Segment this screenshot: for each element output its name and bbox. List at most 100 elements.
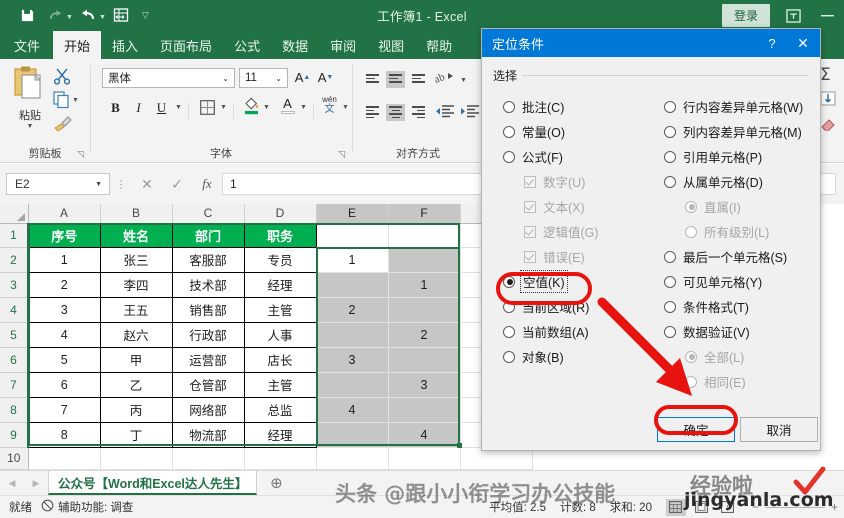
cell-a5[interactable]: 4 xyxy=(27,321,101,348)
cell-a10[interactable] xyxy=(28,447,101,470)
cell-f10[interactable] xyxy=(388,447,461,470)
cell-d8[interactable]: 总监 xyxy=(243,396,317,423)
row-header-6[interactable]: 6 xyxy=(0,347,29,373)
normal-view-icon[interactable] xyxy=(665,498,686,516)
decrease-indent-button[interactable] xyxy=(435,104,457,121)
autosum-button[interactable]: Σ xyxy=(820,65,840,88)
tab-file[interactable]: 文件 xyxy=(0,31,53,59)
cell-b2[interactable]: 张三 xyxy=(99,246,173,273)
cell-e1[interactable] xyxy=(316,223,389,248)
option-dependents[interactable]: 从属单元格(D) xyxy=(664,172,763,191)
increase-indent-button[interactable] xyxy=(460,104,482,121)
cell-d1[interactable]: 职务 xyxy=(243,222,317,248)
close-icon[interactable]: ✕ xyxy=(786,35,820,52)
column-header-e[interactable]: E xyxy=(316,204,389,224)
minimize-icon[interactable] xyxy=(810,0,844,31)
radio-icon[interactable] xyxy=(664,150,676,163)
radio-icon[interactable] xyxy=(503,100,515,113)
fill-handle[interactable] xyxy=(457,443,462,448)
column-header-b[interactable]: B xyxy=(100,204,173,224)
zoom-slider[interactable]: − + xyxy=(752,500,838,514)
bold-button[interactable]: B xyxy=(105,97,126,118)
undo-dropdown-icon[interactable]: ▼ xyxy=(99,14,106,21)
radio-icon[interactable] xyxy=(664,325,676,338)
cell-a9[interactable]: 8 xyxy=(27,421,101,448)
row-header-1[interactable]: 1 xyxy=(0,223,29,248)
radio-icon[interactable] xyxy=(664,175,676,188)
font-size-select[interactable]: 11 ⌄ xyxy=(239,68,288,88)
column-header-f[interactable]: F xyxy=(388,204,461,224)
cell-e2[interactable]: 1 xyxy=(316,247,389,273)
goto-special-dialog[interactable]: 定位条件 ? ✕ 选择 批注(C) 常量(O) 公式(F) 数字(U) 文本(X… xyxy=(481,28,821,451)
cell-b7[interactable]: 乙 xyxy=(99,371,173,398)
cell-e9[interactable] xyxy=(316,422,389,448)
underline-dropdown-icon[interactable]: ▼ xyxy=(175,104,182,111)
touch-mode-icon[interactable] xyxy=(108,4,134,28)
cell-d10[interactable] xyxy=(244,447,317,470)
align-bottom-button[interactable] xyxy=(409,71,428,88)
cell-d9[interactable]: 经理 xyxy=(243,421,317,448)
cell-c2[interactable]: 客服部 xyxy=(171,246,245,273)
redo-icon[interactable] xyxy=(42,4,68,28)
column-header-a[interactable]: A xyxy=(28,204,101,224)
accessibility-status[interactable]: 辅助功能: 调查 xyxy=(41,499,133,515)
cell-f3[interactable]: 1 xyxy=(388,272,461,298)
cell-c4[interactable]: 销售部 xyxy=(171,296,245,323)
phonetic-guide-button[interactable]: wén 文 xyxy=(319,95,340,116)
tab-help[interactable]: 帮助 xyxy=(415,31,463,59)
option-data-validation[interactable]: 数据验证(V) xyxy=(664,322,750,341)
customize-qat-icon[interactable]: ▽ xyxy=(142,10,149,21)
cell-a1[interactable]: 序号 xyxy=(27,222,101,248)
redo-dropdown-icon[interactable]: ▼ xyxy=(66,14,73,21)
cell-a7[interactable]: 6 xyxy=(27,371,101,398)
cell-c6[interactable]: 运营部 xyxy=(171,346,245,373)
cell-e4[interactable]: 2 xyxy=(316,297,389,323)
save-icon[interactable] xyxy=(14,4,40,28)
cell-c5[interactable]: 行政部 xyxy=(171,321,245,348)
cell-f1[interactable] xyxy=(388,223,461,248)
radio-icon[interactable] xyxy=(664,125,676,138)
cell-d2[interactable]: 专员 xyxy=(243,246,317,273)
orientation-button[interactable]: ab xyxy=(432,70,457,87)
fill-color-dropdown-icon[interactable]: ▼ xyxy=(263,104,270,111)
column-header-c[interactable]: C xyxy=(172,204,245,224)
sign-in-button[interactable]: 登录 xyxy=(721,4,770,27)
cancel-button[interactable]: 取消 xyxy=(740,417,818,442)
borders-button[interactable] xyxy=(197,97,218,118)
underline-button[interactable]: U xyxy=(151,97,172,118)
increase-font-size-button[interactable]: A ▲ xyxy=(292,67,313,88)
cell-a6[interactable]: 5 xyxy=(27,346,101,373)
borders-dropdown-icon[interactable]: ▼ xyxy=(220,104,227,111)
cell-a3[interactable]: 2 xyxy=(27,271,101,298)
align-right-button[interactable] xyxy=(409,104,428,121)
cell-c3[interactable]: 技术部 xyxy=(171,271,245,298)
option-row-differences[interactable]: 行内容差异单元格(W) xyxy=(664,97,803,116)
option-current-array[interactable]: 当前数组(A) xyxy=(503,322,589,341)
option-conditional-formats[interactable]: 条件格式(T) xyxy=(664,297,749,316)
option-precedents[interactable]: 引用单元格(P) xyxy=(664,147,762,166)
paste-dropdown-icon[interactable]: ▼ xyxy=(8,123,52,130)
radio-icon[interactable] xyxy=(503,325,515,338)
tab-formulas[interactable]: 公式 xyxy=(223,31,271,59)
cell-f8[interactable] xyxy=(388,397,461,423)
phonetic-dropdown-icon[interactable]: ▼ xyxy=(342,104,349,111)
zoom-out-icon[interactable]: − xyxy=(752,500,759,514)
format-painter-button[interactable] xyxy=(53,115,75,136)
row-header-2[interactable]: 2 xyxy=(0,247,29,273)
prev-sheet-icon[interactable]: ◀ xyxy=(0,478,24,489)
tab-page-layout[interactable]: 页面布局 xyxy=(149,31,223,59)
cell-b10[interactable] xyxy=(100,447,173,470)
cell-a4[interactable]: 3 xyxy=(27,296,101,323)
radio-icon[interactable] xyxy=(503,125,515,138)
row-header-8[interactable]: 8 xyxy=(0,397,29,423)
cell-b5[interactable]: 赵六 xyxy=(99,321,173,348)
align-top-button[interactable] xyxy=(363,71,382,88)
row-header-7[interactable]: 7 xyxy=(0,372,29,398)
cell-b4[interactable]: 王五 xyxy=(99,296,173,323)
name-box[interactable]: E2 ▼ xyxy=(6,173,110,195)
zoom-in-icon[interactable]: + xyxy=(831,500,838,514)
option-visible-cells[interactable]: 可见单元格(Y) xyxy=(664,272,762,291)
cell-e10[interactable] xyxy=(316,447,389,470)
radio-icon[interactable] xyxy=(664,250,676,263)
select-all-button[interactable] xyxy=(0,204,29,224)
